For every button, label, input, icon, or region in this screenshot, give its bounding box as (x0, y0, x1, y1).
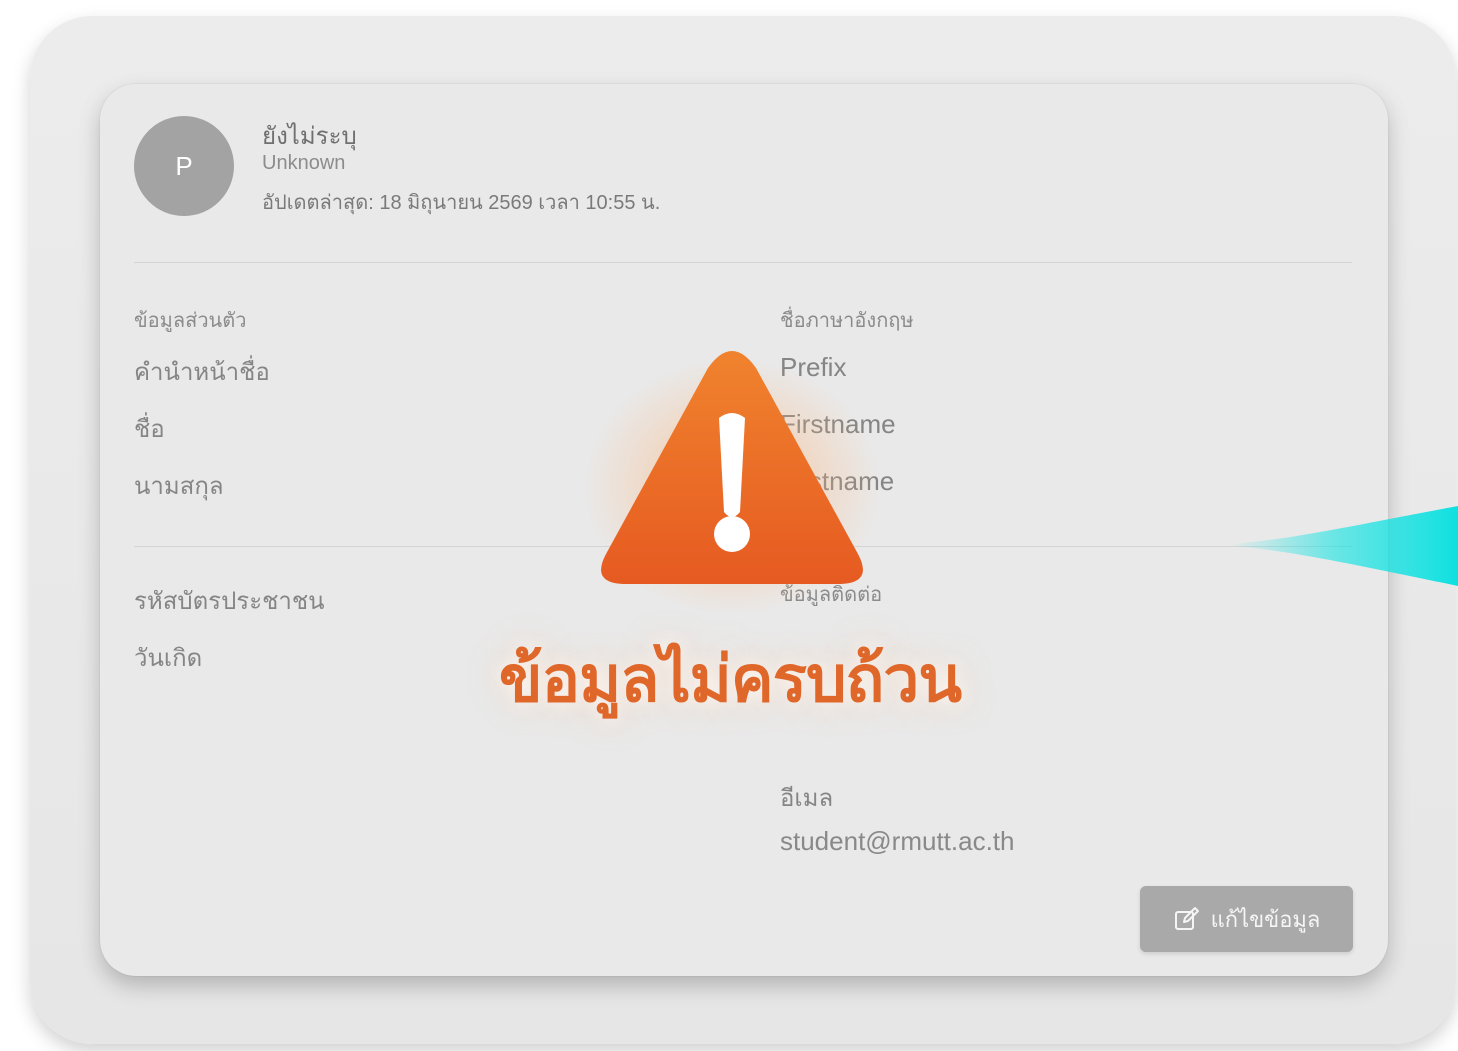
firstname-thai-field: ชื่อ (134, 415, 165, 443)
last-updated: อัปเดตล่าสุด: 18 มิถุนายน 2569 เวลา 10:5… (262, 192, 661, 214)
teal-beam-decoration (1230, 506, 1458, 586)
national-id-field: รหัสบัตรประชาชน (134, 587, 325, 615)
avatar: P (134, 116, 234, 216)
prefix-thai-field: คำนำหน้าชื่อ (134, 358, 270, 386)
divider (134, 262, 1352, 263)
profile-name: ยังไม่ระบุ (262, 122, 357, 150)
email-label: อีเมล (780, 784, 834, 812)
edit-profile-button[interactable]: แก้ไขข้อมูล (1140, 886, 1353, 952)
lastname-thai-field: นามสกุล (134, 472, 224, 500)
profile-subtitle: Unknown (262, 152, 346, 174)
personal-info-label: ข้อมูลส่วนตัว (134, 308, 247, 332)
email-value: student@rmutt.ac.th (780, 826, 1015, 856)
avatar-letter: P (175, 150, 193, 181)
edit-button-label: แก้ไขข้อมูล (1210, 907, 1321, 933)
warning-icon (576, 330, 888, 614)
birthdate-field: วันเกิด (134, 644, 203, 672)
incomplete-data-message: ข้อมูลไม่ครบถ้วน (498, 643, 962, 717)
edit-icon (1173, 905, 1201, 933)
